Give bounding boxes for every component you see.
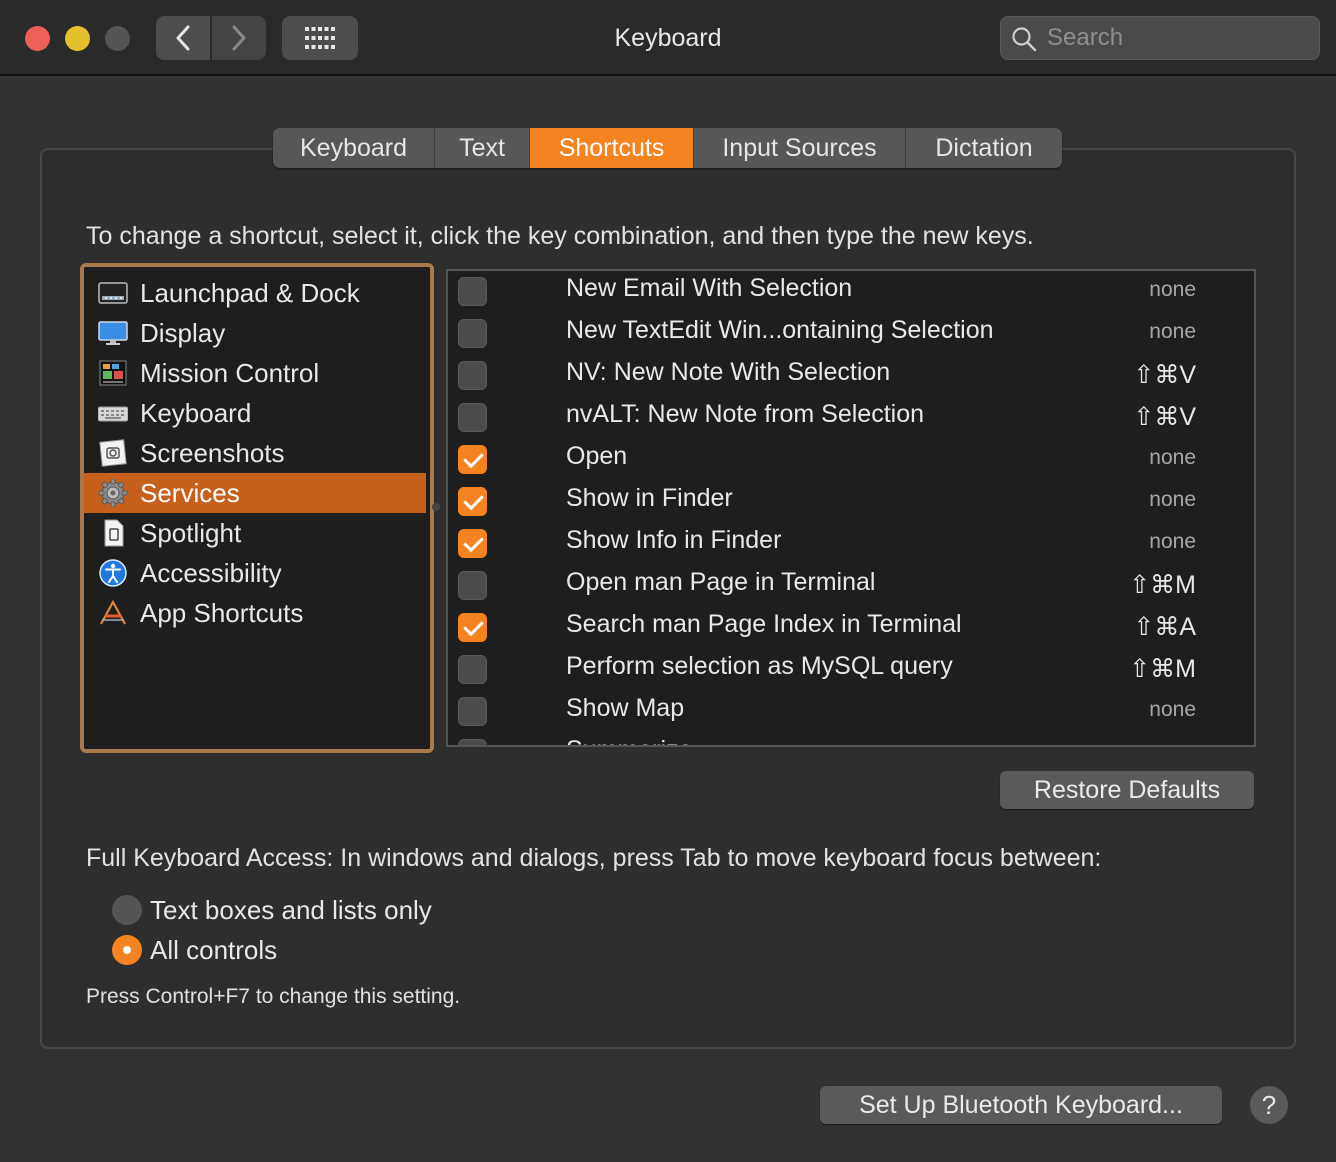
mission-control-icon — [98, 359, 128, 387]
shortcut-label: Search man Page Index in Terminal — [566, 610, 962, 638]
shortcut-checkbox[interactable] — [458, 655, 487, 684]
category-label: App Shortcuts — [140, 597, 304, 628]
instruction-text: To change a shortcut, select it, click t… — [86, 222, 1034, 250]
shortcut-label: nvALT: New Note from Selection — [566, 400, 925, 428]
shortcut-checkbox[interactable] — [458, 571, 487, 600]
keyboard-icon — [97, 399, 129, 427]
category-label: Screenshots — [140, 437, 285, 468]
shortcut-key[interactable]: none — [1149, 271, 1196, 313]
shortcut-row[interactable]: Perform selection as MySQL query ⇧⌘M — [448, 649, 1254, 691]
title-bar: Keyboard — [0, 0, 1336, 76]
shortcut-label: New Email With Selection — [566, 274, 853, 302]
tab-input-sources[interactable]: Input Sources — [694, 128, 906, 168]
shortcut-key[interactable]: ⇧⌘V — [1133, 355, 1196, 397]
shortcut-row[interactable]: Summarize — [448, 733, 1254, 745]
shortcut-label: Show Info in Finder — [566, 526, 782, 554]
search-field[interactable] — [1000, 16, 1320, 60]
shortcut-row[interactable]: Show Info in Finder none — [448, 523, 1254, 565]
shortcut-row[interactable]: NV: New Note With Selection ⇧⌘V — [448, 355, 1254, 397]
tab-shortcuts[interactable]: Shortcuts — [530, 128, 694, 168]
tab-keyboard[interactable]: Keyboard — [273, 128, 435, 168]
shortcut-checkbox[interactable] — [458, 319, 487, 348]
shortcut-label: Open — [566, 442, 628, 470]
display-icon — [98, 319, 128, 347]
shortcut-key[interactable]: ⇧⌘A — [1133, 607, 1196, 649]
category-launchpad-dock[interactable]: Launchpad & Dock — [84, 273, 430, 313]
category-keyboard[interactable]: Keyboard — [84, 393, 430, 433]
shortcut-key[interactable]: ⇧⌘M — [1129, 565, 1196, 607]
category-label: Keyboard — [140, 397, 252, 428]
shortcut-checkbox[interactable] — [458, 739, 487, 745]
category-label: Launchpad & Dock — [140, 277, 360, 308]
shortcut-checkbox[interactable] — [458, 445, 487, 474]
shortcut-checkbox[interactable] — [458, 697, 487, 726]
shortcut-row[interactable]: Search man Page Index in Terminal ⇧⌘A — [448, 607, 1254, 649]
launchpad-dock-icon — [98, 279, 128, 307]
category-services[interactable]: Services — [84, 473, 426, 513]
shortcut-label: New TextEdit Win...ontaining Selection — [566, 316, 994, 344]
shortcut-row[interactable]: Show in Finder none — [448, 481, 1254, 523]
shortcut-checkbox[interactable] — [458, 361, 487, 390]
tab-dictation[interactable]: Dictation — [906, 128, 1062, 168]
shortcut-checkbox[interactable] — [458, 403, 487, 432]
shortcut-checkbox[interactable] — [458, 529, 487, 558]
search-icon — [1012, 27, 1037, 52]
shortcut-checkbox[interactable] — [458, 277, 487, 306]
full-keyboard-access-text: Full Keyboard Access: In windows and dia… — [86, 844, 1102, 872]
shortcut-label: Summarize — [566, 733, 692, 745]
shortcut-key[interactable]: none — [1149, 523, 1196, 565]
shortcut-key[interactable]: ⇧⌘V — [1133, 397, 1196, 439]
category-mission-control[interactable]: Mission Control — [84, 353, 430, 393]
restore-defaults-button[interactable]: Restore Defaults — [1000, 771, 1254, 809]
category-spotlight[interactable]: Spotlight — [84, 513, 430, 553]
shortcut-label: Perform selection as MySQL query — [566, 652, 953, 680]
radio-label: All controls — [150, 934, 278, 965]
shortcut-key[interactable]: none — [1149, 439, 1196, 481]
radio-button[interactable] — [112, 895, 142, 925]
help-button[interactable]: ? — [1250, 1086, 1288, 1124]
category-label: Spotlight — [140, 517, 242, 548]
category-label: Services — [140, 477, 240, 508]
shortcut-row[interactable]: New TextEdit Win...ontaining Selection n… — [448, 313, 1254, 355]
shortcut-row[interactable]: Open man Page in Terminal ⇧⌘M — [448, 565, 1254, 607]
shortcut-key[interactable]: none — [1149, 313, 1196, 355]
shortcut-checkbox[interactable] — [458, 487, 487, 516]
tab-text[interactable]: Text — [435, 128, 530, 168]
split-handle[interactable] — [432, 503, 440, 511]
shortcut-key[interactable]: none — [1149, 481, 1196, 523]
category-display[interactable]: Display — [84, 313, 430, 353]
category-accessibility[interactable]: Accessibility — [84, 553, 430, 593]
shortcuts-list[interactable]: New Email With Selection none New TextEd… — [446, 269, 1256, 747]
radio-button[interactable] — [112, 935, 142, 965]
search-input[interactable] — [1047, 23, 1307, 53]
category-screenshots[interactable]: Screenshots — [84, 433, 430, 473]
shortcut-row[interactable]: Show Map none — [448, 691, 1254, 733]
category-label: Mission Control — [140, 357, 320, 388]
shortcut-label: NV: New Note With Selection — [566, 358, 891, 386]
screenshots-icon — [98, 439, 128, 467]
control-f7-note: Press Control+F7 to change this setting. — [86, 985, 461, 1008]
radio-text-boxes-only[interactable]: Text boxes and lists only — [112, 893, 432, 927]
category-label: Display — [140, 317, 226, 348]
category-app-shortcuts[interactable]: App Shortcuts — [84, 593, 430, 633]
tab-bar: Keyboard Text Shortcuts Input Sources Di… — [273, 128, 1062, 168]
shortcut-checkbox[interactable] — [458, 613, 487, 642]
spotlight-icon — [98, 519, 128, 547]
accessibility-icon — [98, 559, 128, 587]
radio-all-controls[interactable]: All controls — [112, 933, 277, 967]
app-shortcuts-icon — [98, 599, 128, 627]
shortcut-label: Show Map — [566, 694, 685, 722]
shortcut-key[interactable]: ⇧⌘M — [1129, 649, 1196, 691]
shortcut-row[interactable]: nvALT: New Note from Selection ⇧⌘V — [448, 397, 1254, 439]
shortcut-label: Open man Page in Terminal — [566, 568, 876, 596]
setup-bluetooth-keyboard-button[interactable]: Set Up Bluetooth Keyboard... — [820, 1086, 1222, 1124]
services-gear-icon — [98, 478, 128, 508]
category-list[interactable]: Launchpad & Dock Display Mission Control… — [80, 263, 434, 753]
shortcut-key[interactable]: none — [1149, 691, 1196, 733]
shortcut-row[interactable]: Open none — [448, 439, 1254, 481]
radio-label: Text boxes and lists only — [150, 894, 432, 925]
category-label: Accessibility — [140, 557, 282, 588]
shortcut-label: Show in Finder — [566, 484, 733, 512]
shortcut-row[interactable]: New Email With Selection none — [448, 271, 1254, 313]
